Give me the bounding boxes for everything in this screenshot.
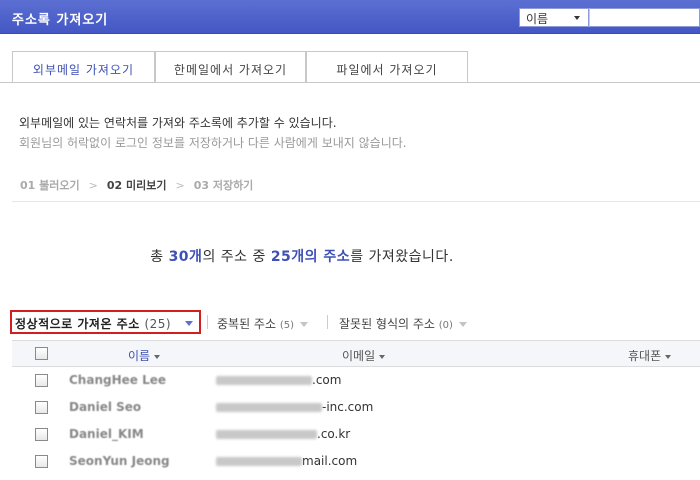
filter-duplicate-count: (5) [279,320,295,331]
table-row: ChangHee Lee .com [12,367,700,394]
summary-suffix: 를 가져왔습니다. [350,249,454,265]
email-visible-part: .co.kr [317,427,351,441]
description-main: 외부메일에 있는 연락처를 가져와 주소록에 추가할 수 있습니다. [19,116,337,130]
sort-arrow-icon [665,354,672,359]
table-header: 이름 이메일 휴대폰 [12,340,700,367]
table-row: Daniel Seo -inc.com [12,394,700,421]
summary-imported-count: 25개의 주소 [270,249,351,265]
row-checkbox[interactable] [35,401,48,414]
dropdown-arrow-icon [458,322,467,327]
contact-name: Daniel_KIM [69,427,144,441]
row-checkbox[interactable] [35,455,48,468]
filter-duplicate-dropdown[interactable]: 중복된 주소 (5) [217,315,309,332]
dropdown-arrow-icon [300,322,309,327]
filter-invalid-label: 잘못된 형식의 주소 [339,317,435,331]
search-field-select[interactable]: 이름 [519,8,589,27]
dropdown-arrow-icon [185,321,193,326]
row-checkbox[interactable] [35,374,48,387]
step-save: 03 저장하기 [193,179,254,192]
contact-email: -inc.com [216,400,373,414]
tab-divider [0,82,700,83]
step-load: 01 불러오기 [20,179,80,192]
step-divider [12,201,700,202]
contact-name: SeonYun Jeong [69,454,170,468]
filter-invalid-dropdown[interactable]: 잘못된 형식의 주소 (0) [339,315,467,332]
chevron-right-icon: > [175,179,185,192]
tab-external-mail[interactable]: 외부메일 가져오기 [12,51,155,83]
search-input[interactable] [589,8,700,27]
import-summary: 총 30개의 주소 중 25개의 주소를 가져왔습니다. [12,246,592,266]
table-row: Daniel_KIM .co.kr [12,421,700,448]
filter-invalid-count: (0) [438,320,453,331]
row-checkbox[interactable] [35,428,48,441]
email-visible-part: mail.com [302,454,358,468]
tab-label: 한메일에서 가져오기 [173,63,288,77]
tab-hanmail[interactable]: 한메일에서 가져오기 [155,51,306,83]
contact-email: mail.com [216,454,357,468]
contact-name: ChangHee Lee [69,373,167,387]
contact-email: .com [216,373,341,387]
divider [207,315,208,329]
summary-prefix: 총 [150,249,169,265]
sort-arrow-icon [154,354,161,359]
sort-arrow-icon [379,354,386,359]
chevron-down-icon [574,16,580,20]
blurred-email-part [216,403,322,412]
summary-middle: 의 주소 중 [202,249,271,265]
email-visible-part: .com [312,373,342,387]
summary-total-count: 30개 [168,249,203,265]
tab-label: 파일에서 가져오기 [336,63,438,77]
description-privacy: 회원님의 허락없이 로그인 정보를 저장하거나 다른 사람에게 보내지 않습니다… [19,136,407,150]
filter-normal-label: 정상적으로 가져온 주소 [15,317,140,331]
blurred-email-part [216,376,312,385]
step-indicator: 01 불러오기 >02 미리보기 >03 저장하기 [20,177,253,193]
filter-normal-count: (25) [144,317,172,331]
divider [327,315,328,329]
title-bar: 주소록 가져오기 이름 [0,0,700,34]
contact-email: .co.kr [216,427,350,441]
column-phone-sort[interactable]: 휴대폰 [628,347,672,364]
chevron-right-icon: > [88,179,98,192]
column-email-label: 이메일 [342,349,376,363]
select-all-checkbox[interactable] [35,347,48,360]
window-title: 주소록 가져오기 [12,13,109,28]
step-preview: 02 미리보기 [106,179,167,192]
tab-label: 외부메일 가져오기 [32,63,135,77]
email-visible-part: -inc.com [322,400,374,414]
column-name-sort[interactable]: 이름 [128,347,161,364]
filter-normal-dropdown[interactable]: 정상적으로 가져온 주소 (25) [10,310,201,334]
search-field-select-value: 이름 [526,12,549,26]
contact-name: Daniel Seo [69,400,142,414]
column-name-label: 이름 [128,349,151,363]
tab-file[interactable]: 파일에서 가져오기 [306,51,468,83]
filter-duplicate-label: 중복된 주소 [217,317,277,331]
column-phone-label: 휴대폰 [628,349,662,363]
column-email-sort[interactable]: 이메일 [342,347,386,364]
blurred-email-part [216,457,302,466]
table-row: SeonYun Jeong mail.com [12,448,700,475]
blurred-email-part [216,430,317,439]
